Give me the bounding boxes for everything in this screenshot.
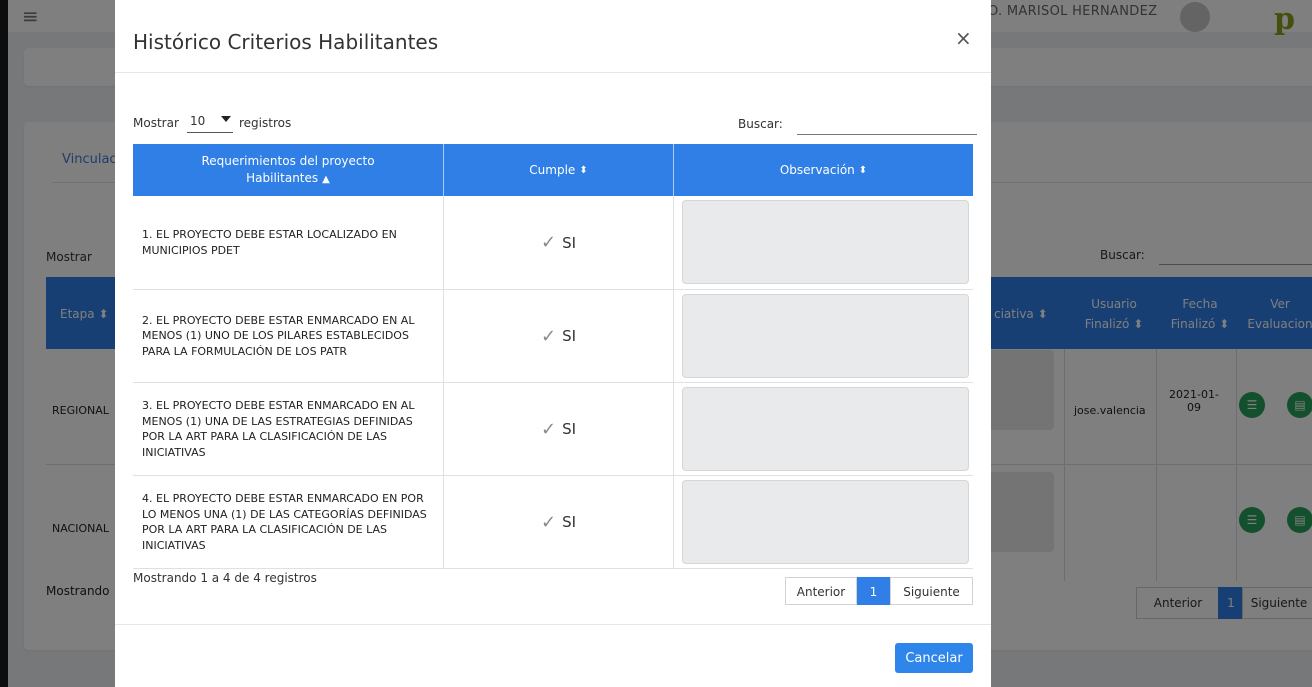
observacion-field[interactable] <box>682 480 969 564</box>
observacion-field[interactable] <box>682 387 969 471</box>
close-icon[interactable]: × <box>955 26 972 50</box>
modal-title: Histórico Criterios Habilitantes <box>133 30 439 54</box>
check-icon: ✓ <box>540 232 557 253</box>
check-icon: ✓ <box>540 418 557 440</box>
observacion-field[interactable] <box>682 200 969 284</box>
cumple-cell: ✓ SI <box>444 476 674 568</box>
cumple-cell: ✓ SI <box>444 290 674 382</box>
table-row: 3. EL PROYECTO DEBE ESTAR ENMARCADO EN A… <box>133 383 973 476</box>
footer-divider <box>115 624 991 625</box>
table-info: Mostrando 1 a 4 de 4 registros <box>133 571 317 585</box>
cumple-cell: ✓ SI <box>444 196 674 289</box>
table-header: Requerimientos del proyecto Habilitantes… <box>133 144 973 196</box>
pager-next[interactable]: Siguiente <box>890 577 973 605</box>
cumple-value: SI <box>562 327 577 345</box>
search-label: Buscar: <box>738 117 783 131</box>
header-requerimientos[interactable]: Requerimientos del proyecto Habilitantes… <box>133 144 443 196</box>
sort-icon: ⬍ <box>579 164 588 176</box>
cumple-value: SI <box>562 513 577 531</box>
length-prefix: Mostrar <box>133 116 179 130</box>
length-value: 10 <box>190 114 206 128</box>
sort-asc-icon: ▲ <box>322 173 330 185</box>
chevron-down-icon <box>221 116 231 122</box>
table-row: 1. EL PROYECTO DEBE ESTAR LOCALIZADO EN … <box>133 196 973 290</box>
check-icon: ✓ <box>540 325 557 347</box>
length-suffix: registros <box>239 116 292 130</box>
modal-dialog: Histórico Criterios Habilitantes × Mostr… <box>115 0 991 687</box>
cumple-value: SI <box>562 233 577 252</box>
observacion-field[interactable] <box>682 294 969 378</box>
header-cumple[interactable]: Cumple ⬍ <box>444 144 673 196</box>
search-input[interactable] <box>797 114 977 135</box>
requirement-cell: 2. EL PROYECTO DEBE ESTAR ENMARCADO EN A… <box>133 290 444 382</box>
requirement-cell: 1. EL PROYECTO DEBE ESTAR LOCALIZADO EN … <box>133 196 444 289</box>
cumple-cell: ✓ SI <box>444 383 674 475</box>
header-divider <box>115 72 991 73</box>
pager-prev[interactable]: Anterior <box>785 577 857 605</box>
check-icon: ✓ <box>540 511 557 533</box>
requirement-cell: 4. EL PROYECTO DEBE ESTAR ENMARCADO EN P… <box>133 476 444 568</box>
table-row: 4. EL PROYECTO DEBE ESTAR ENMARCADO EN P… <box>133 476 973 569</box>
table-body: 1. EL PROYECTO DEBE ESTAR LOCALIZADO EN … <box>133 196 973 569</box>
sort-icon: ⬍ <box>858 164 868 176</box>
length-select[interactable]: 10 <box>187 114 233 133</box>
cancel-button[interactable]: Cancelar <box>895 643 973 673</box>
requirement-cell: 3. EL PROYECTO DEBE ESTAR ENMARCADO EN A… <box>133 383 444 475</box>
table-row: 2. EL PROYECTO DEBE ESTAR ENMARCADO EN A… <box>133 290 973 383</box>
header-observacion[interactable]: Observación ⬍ <box>674 144 973 196</box>
cumple-value: SI <box>562 420 577 438</box>
pager-page-1[interactable]: 1 <box>857 577 890 605</box>
